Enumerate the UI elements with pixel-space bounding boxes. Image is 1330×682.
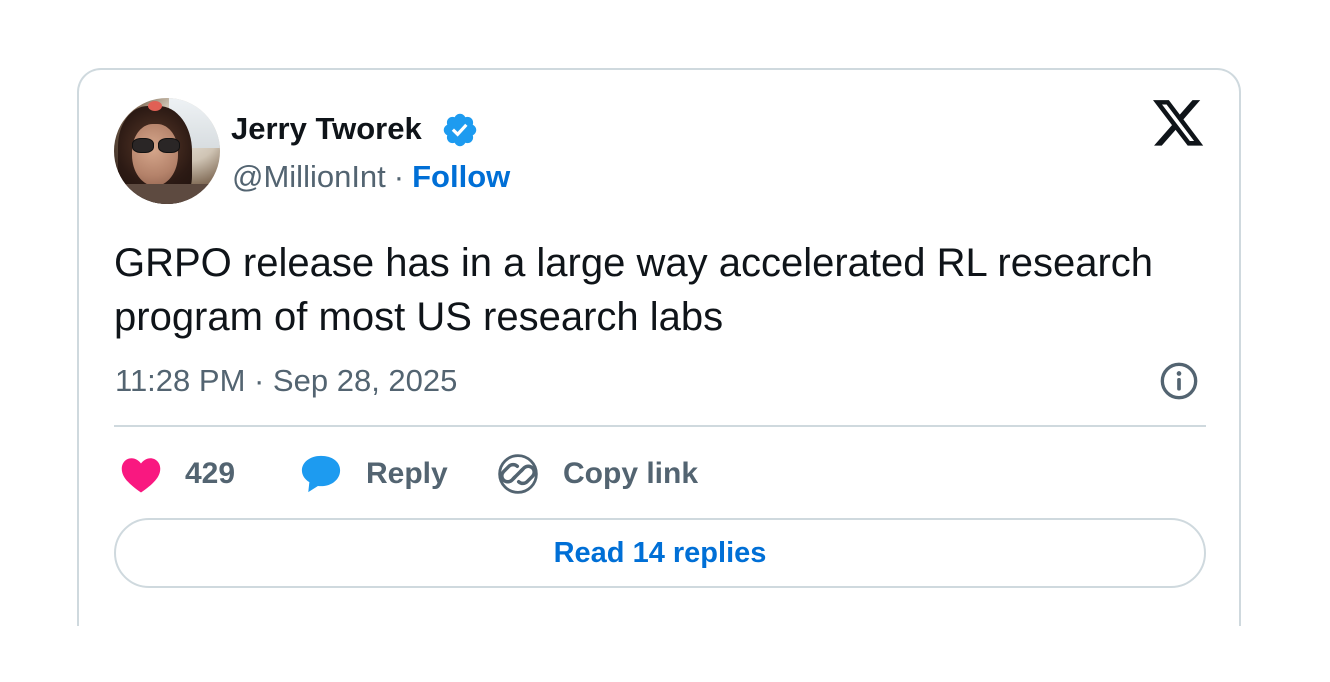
author-handle[interactable]: @MillionInt — [232, 159, 386, 194]
follow-link[interactable]: Follow — [412, 159, 510, 194]
speech-bubble-icon — [301, 455, 341, 493]
x-logo-icon[interactable] — [1153, 100, 1205, 148]
avatar[interactable] — [114, 98, 220, 204]
like-button[interactable]: 429 — [120, 450, 235, 498]
verified-badge-icon — [443, 113, 477, 147]
tweet-timestamp[interactable]: 11:28 PM · Sep 28, 2025 — [115, 362, 457, 400]
copy-link-label: Copy link — [563, 457, 699, 490]
reply-button[interactable]: Reply — [299, 450, 448, 498]
read-replies-button[interactable]: Read 14 replies — [114, 518, 1206, 588]
heart-icon — [121, 458, 161, 493]
tweet-text: GRPO release has in a large way accelera… — [114, 241, 1154, 339]
like-count: 429 — [185, 457, 236, 490]
card-bottom-fade — [70, 626, 1250, 682]
info-icon[interactable] — [1159, 361, 1199, 401]
divider — [114, 425, 1206, 427]
handle-row: @MillionInt · Follow — [232, 158, 510, 196]
copy-link-button[interactable]: Copy link — [497, 450, 698, 498]
link-icon — [498, 454, 538, 494]
reply-label: Reply — [366, 457, 448, 490]
author-name[interactable]: Jerry Tworek — [231, 110, 422, 148]
handle-separator: · — [393, 159, 405, 194]
